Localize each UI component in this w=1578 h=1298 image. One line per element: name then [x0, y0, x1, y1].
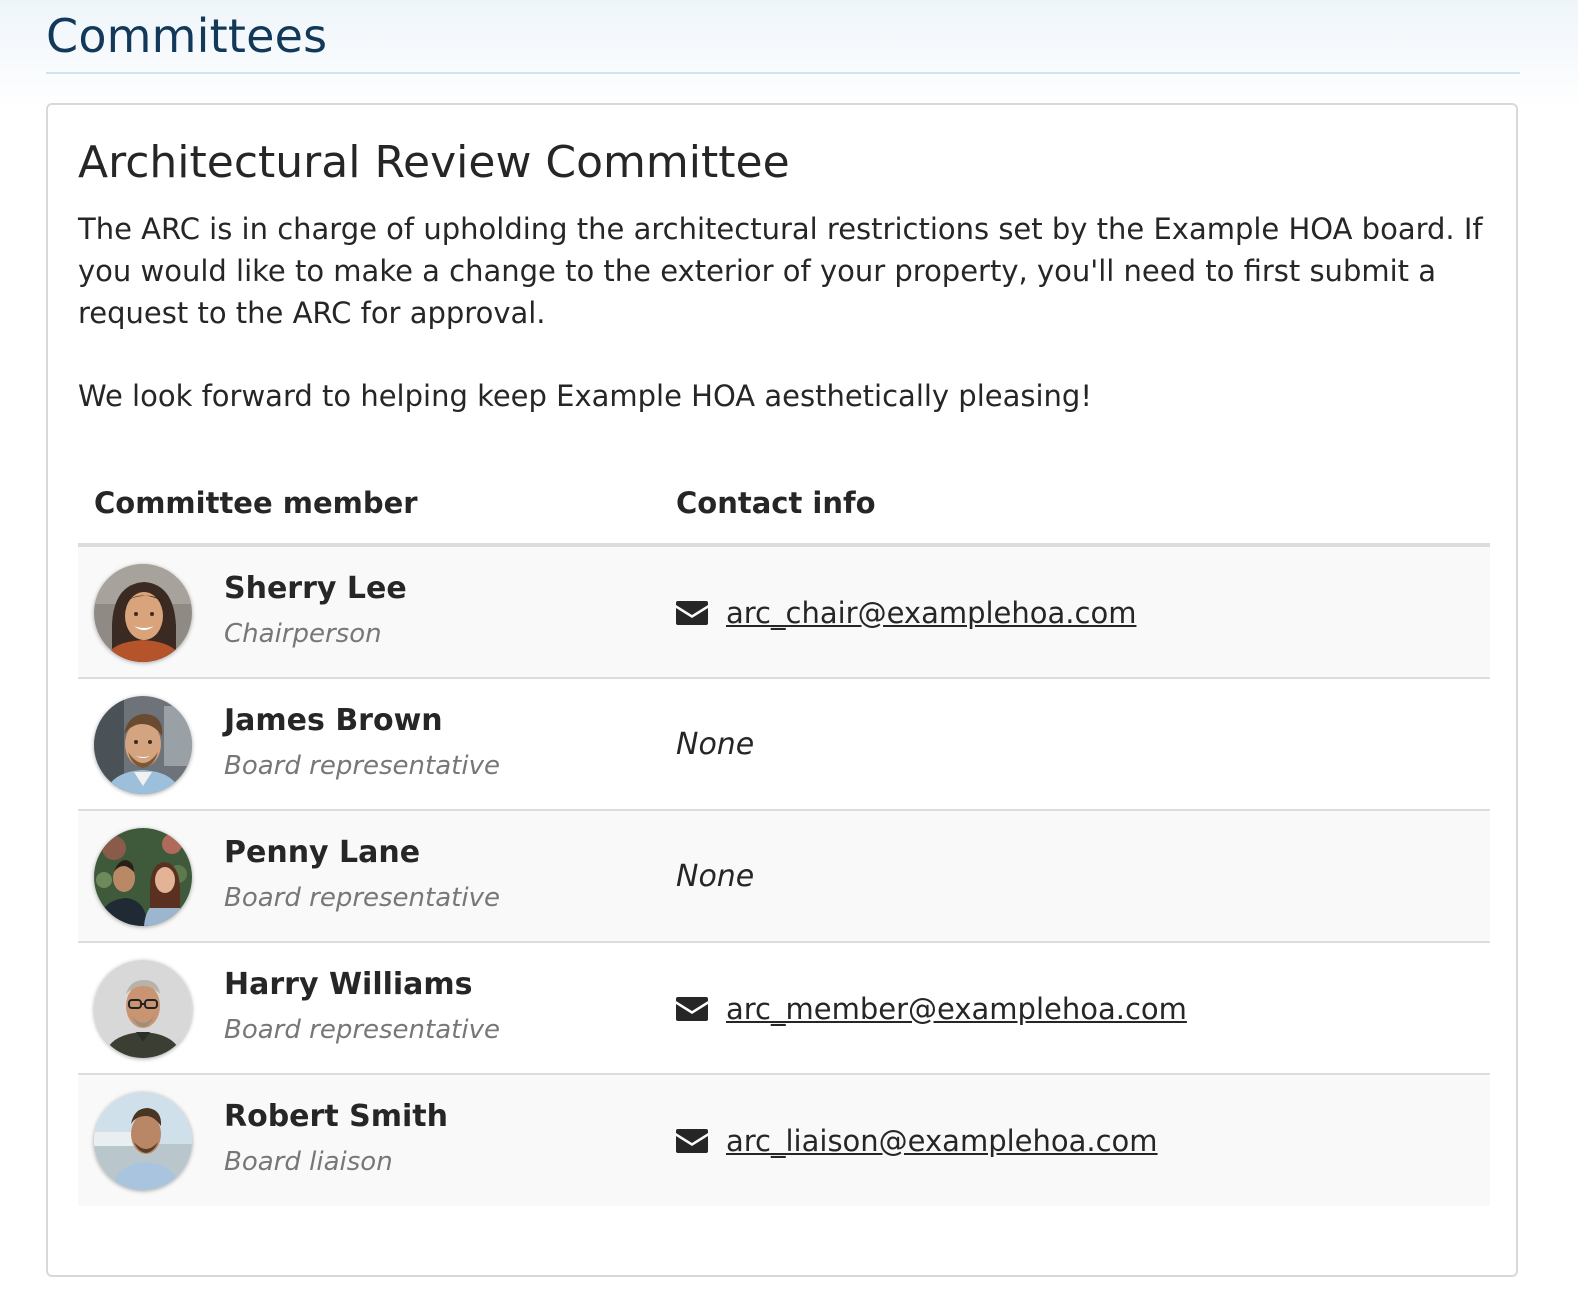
member-role: Board representative [224, 1015, 500, 1045]
committee-description: The ARC is in charge of upholding the ar… [78, 212, 1483, 330]
member-role: Board representative [224, 751, 500, 781]
committee-closing-note: We look forward to helping keep Example … [78, 379, 1092, 413]
header-contact-info: Contact info [676, 486, 876, 520]
header-committee-member: Committee member [94, 486, 418, 520]
member-name: Harry Williams [224, 967, 473, 1002]
member-role: Board representative [224, 883, 500, 913]
committee-title: Architectural Review Committee [78, 137, 790, 188]
email-link[interactable]: arc_member@examplehoa.com [726, 989, 1187, 1029]
email-link[interactable]: arc_liaison@examplehoa.com [726, 1121, 1158, 1161]
contact-none: None [676, 727, 755, 762]
envelope-icon [676, 997, 708, 1021]
table-row: Penny Lane Board representative None [78, 811, 1490, 943]
avatar [94, 828, 192, 926]
avatar [94, 696, 192, 794]
committee-panel: Architectural Review Committee The ARC i… [46, 103, 1518, 1277]
member-name: Robert Smith [224, 1099, 448, 1134]
member-role: Chairperson [224, 619, 382, 649]
member-name: Sherry Lee [224, 571, 407, 606]
member-name: Penny Lane [224, 835, 421, 870]
table-row: James Brown Board representative None [78, 679, 1490, 811]
page-header: Committees [46, 0, 1520, 74]
table-row: Harry Williams Board representative arc_… [78, 943, 1490, 1075]
avatar [94, 960, 192, 1058]
email-link[interactable]: arc_chair@examplehoa.com [726, 593, 1136, 633]
member-name: James Brown [224, 703, 443, 738]
table-row: Robert Smith Board liaison arc_liaison@e… [78, 1075, 1490, 1206]
envelope-icon [676, 601, 708, 625]
avatar [94, 564, 192, 662]
envelope-icon [676, 1129, 708, 1153]
avatar [94, 1092, 192, 1190]
page-title: Committees [46, 9, 328, 63]
table-header: Committee member Contact info [78, 465, 1490, 547]
contact-info: arc_liaison@examplehoa.com [676, 1121, 1158, 1161]
contact-none: None [676, 859, 755, 894]
contact-info: arc_member@examplehoa.com [676, 989, 1187, 1029]
contact-info: arc_chair@examplehoa.com [676, 593, 1136, 633]
table-row: Sherry Lee Chairperson arc_chair@example… [78, 547, 1490, 679]
members-table: Committee member Contact info Sherry Lee [78, 465, 1490, 1206]
member-role: Board liaison [224, 1147, 393, 1177]
